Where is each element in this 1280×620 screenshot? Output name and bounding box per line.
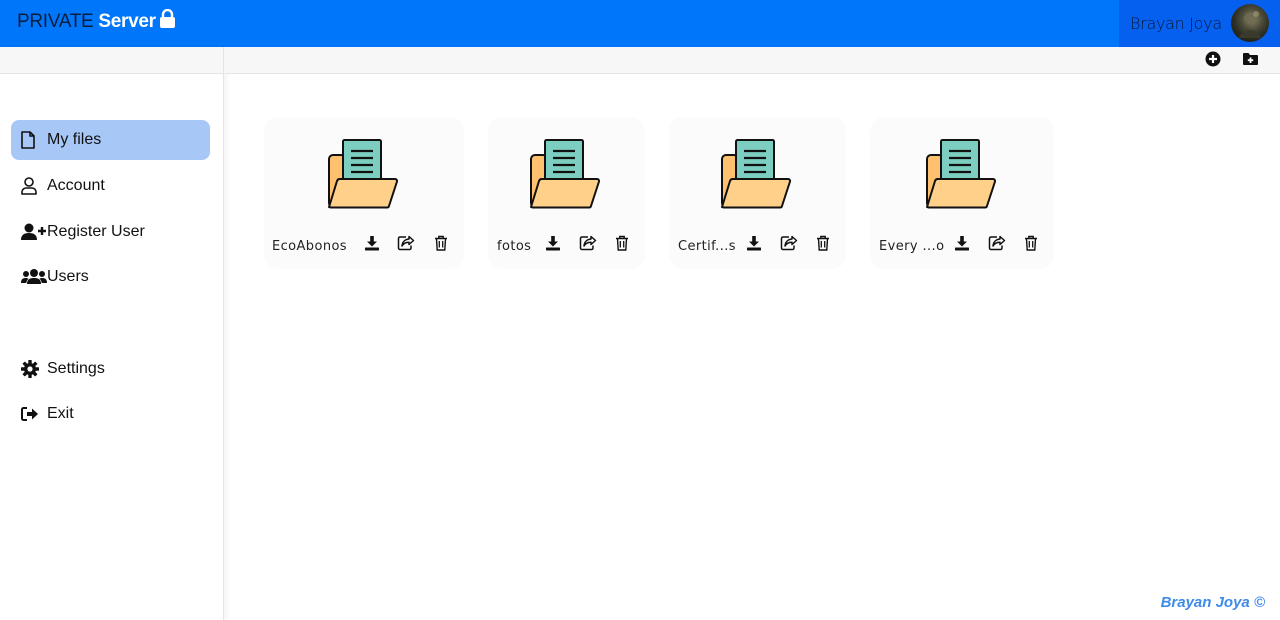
sidebar-item-label: Settings: [47, 360, 105, 377]
trash-icon: [816, 235, 830, 256]
sidebar-item-account[interactable]: Account: [11, 166, 210, 206]
user-icon: [21, 177, 47, 195]
user-name: Brayan Joya: [1130, 14, 1222, 33]
folder-plus-icon: [1242, 52, 1259, 71]
folder-card[interactable]: fotos: [488, 117, 645, 269]
trash-icon: [615, 235, 629, 256]
trash-icon: [1024, 235, 1038, 256]
sidebar-item-exit[interactable]: Exit: [11, 394, 210, 434]
download-icon: [746, 235, 762, 256]
folder-name: Certif...s: [678, 238, 736, 254]
brand-light-text: PRIVATE: [17, 11, 94, 32]
share-button[interactable]: [779, 235, 799, 255]
folder-icon: [720, 137, 792, 216]
sidebar-item-my-files[interactable]: My files: [11, 120, 210, 160]
brand-bold-text: Server: [98, 11, 156, 32]
trash-icon: [434, 235, 448, 256]
folder-icon: [529, 137, 601, 216]
plus-circle-icon: [1205, 51, 1221, 72]
download-button[interactable]: [952, 235, 972, 255]
download-icon: [545, 235, 561, 256]
delete-button[interactable]: [1021, 235, 1041, 255]
sidebar-item-settings[interactable]: Settings: [11, 349, 210, 389]
delete-button[interactable]: [431, 235, 451, 255]
sidebar-item-label: My files: [47, 131, 102, 148]
share-button[interactable]: [987, 235, 1007, 255]
share-button[interactable]: [578, 235, 598, 255]
new-file-button[interactable]: [1204, 51, 1222, 72]
delete-button[interactable]: [612, 235, 632, 255]
sign-out-icon: [21, 406, 47, 422]
download-button[interactable]: [543, 235, 563, 255]
folder-name-row: Certif...s: [678, 235, 736, 257]
share-icon: [579, 235, 597, 256]
download-icon: [954, 235, 970, 256]
sidebar-item-label: Register User: [47, 223, 145, 240]
new-folder-button[interactable]: [1241, 52, 1259, 70]
users-icon: [21, 268, 47, 286]
folder-icon: [327, 137, 399, 216]
share-icon: [397, 235, 415, 256]
folder-name: Every ...o: [879, 238, 945, 254]
sidebar-item-register-user[interactable]: Register User: [11, 212, 210, 252]
sidebar-item-label: Account: [47, 177, 105, 194]
sidebar-item-label: Exit: [47, 405, 74, 422]
brand[interactable]: PRIVATE Server: [17, 8, 176, 33]
delete-button[interactable]: [813, 235, 833, 255]
folder-name: EcoAbonos: [272, 238, 347, 254]
footer-credit: Brayan Joya ©: [1160, 594, 1265, 611]
download-icon: [364, 235, 380, 256]
folder-name-row: EcoAbonos: [272, 235, 347, 257]
share-icon: [988, 235, 1006, 256]
folder-icon: [925, 137, 997, 216]
share-button[interactable]: [396, 235, 416, 255]
folder-card[interactable]: Certif...s: [669, 117, 846, 269]
folder-name-row: Every ...o: [879, 235, 944, 257]
folder-card[interactable]: EcoAbonos: [264, 117, 464, 269]
folder-name: fotos: [497, 238, 532, 254]
top-header: PRIVATE Server Brayan Joya: [0, 0, 1280, 47]
lock-icon: [159, 8, 176, 33]
avatar[interactable]: [1231, 4, 1269, 42]
share-icon: [780, 235, 798, 256]
user-menu[interactable]: Brayan Joya: [1119, 0, 1280, 47]
file-icon: [21, 131, 47, 149]
download-button[interactable]: [744, 235, 764, 255]
folder-name-row: fotos: [497, 235, 531, 257]
toolbar: [225, 47, 1280, 74]
user-plus-icon: [21, 223, 47, 241]
gear-icon: [21, 360, 47, 378]
sidebar-top-strip: [0, 47, 223, 74]
download-button[interactable]: [362, 235, 382, 255]
sidebar-item-label: Users: [47, 268, 89, 285]
folder-card[interactable]: Every ...o: [870, 117, 1054, 269]
sidebar-item-users[interactable]: Users: [11, 257, 210, 297]
